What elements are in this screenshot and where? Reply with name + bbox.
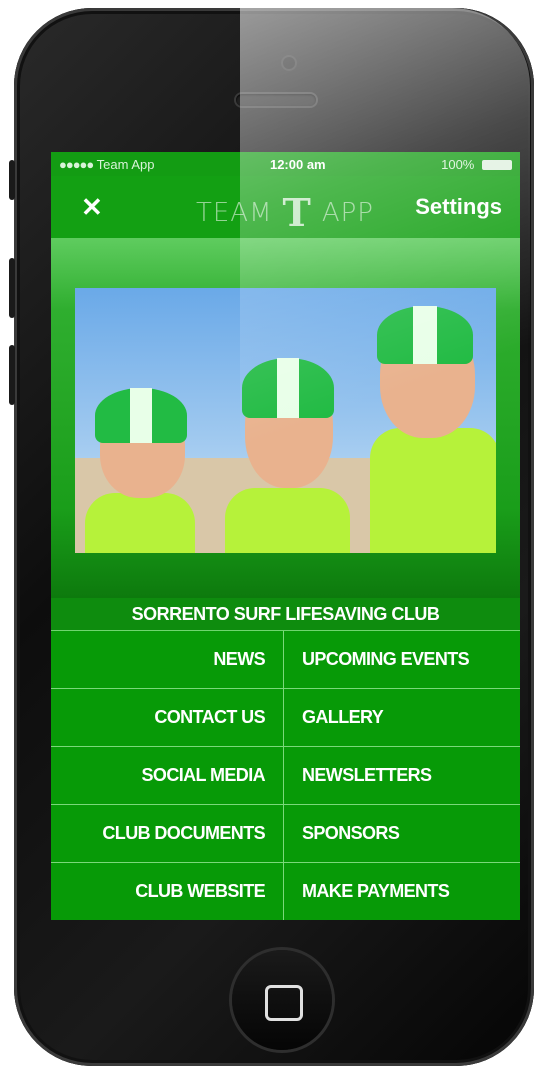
hero-banner <box>51 238 520 598</box>
volume-up-button <box>9 258 15 318</box>
volume-down-button <box>9 345 15 405</box>
status-time: 12:00 am <box>269 156 326 172</box>
menu-item-make-payments[interactable]: MAKE PAYMENTS <box>284 863 520 920</box>
menu-item-club-website[interactable]: CLUB WEBSITE <box>51 863 284 920</box>
settings-button[interactable]: Settings <box>415 194 502 220</box>
menu-item-social-media[interactable]: SOCIAL MEDIA <box>51 747 284 805</box>
earpiece-speaker <box>236 94 316 106</box>
menu-grid: NEWS UPCOMING EVENTS CONTACT US GALLERY … <box>51 631 520 920</box>
close-icon[interactable]: ✕ <box>81 192 103 223</box>
team-app-logo: TEAM T APP <box>196 190 374 235</box>
menu-item-newsletters[interactable]: NEWSLETTERS <box>284 747 520 805</box>
mute-switch <box>9 160 15 200</box>
logo-mark: T <box>282 190 312 235</box>
nav-bar: ✕ TEAM T APP Settings <box>51 176 520 238</box>
home-square-icon <box>265 985 303 1021</box>
battery-percent: 100% <box>441 156 475 172</box>
signal-icon: ●●●●● <box>59 156 94 172</box>
battery-info: 100% <box>441 157 512 172</box>
club-photo <box>75 288 496 553</box>
front-camera <box>283 57 295 69</box>
app-screen: ●●●●● Team App 12:00 am 100% ✕ TEAM T AP… <box>51 152 520 920</box>
status-bar: ●●●●● Team App 12:00 am 100% <box>51 152 520 176</box>
menu-item-sponsors[interactable]: SPONSORS <box>284 805 520 863</box>
menu-item-gallery[interactable]: GALLERY <box>284 689 520 747</box>
club-title: SORRENTO SURF LIFESAVING CLUB <box>51 598 520 631</box>
carrier-name: Team App <box>96 156 155 172</box>
logo-text-left: TEAM <box>196 197 273 228</box>
battery-icon <box>481 160 512 171</box>
menu-item-news[interactable]: NEWS <box>51 631 284 689</box>
menu-item-club-documents[interactable]: CLUB DOCUMENTS <box>51 805 284 863</box>
menu-item-upcoming-events[interactable]: UPCOMING EVENTS <box>284 631 520 689</box>
logo-text-right: APP <box>321 197 374 228</box>
carrier-info: ●●●●● Team App <box>59 157 154 172</box>
menu-item-contact-us[interactable]: CONTACT US <box>51 689 284 747</box>
